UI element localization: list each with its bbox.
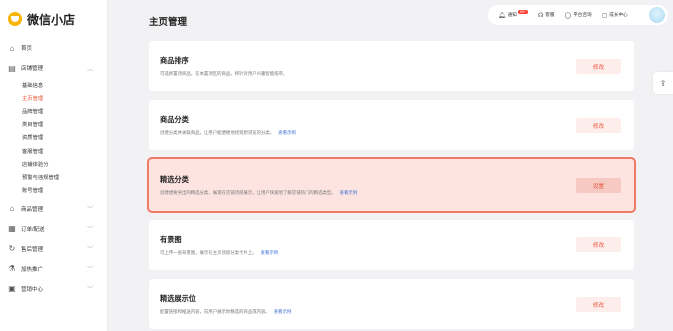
chevron-down-icon: ﹀ [86, 227, 93, 234]
brand-name: 微信小店 [27, 12, 76, 27]
sidebar-item-marketing[interactable]: ▣ 营销中心 ﹀ [0, 279, 107, 299]
sidebar-item-label: 商品管理 [21, 206, 44, 213]
sidebar-subitem-homepage-management[interactable]: 主页管理 [0, 91, 107, 104]
card-title: 有景图 [160, 235, 182, 244]
sidebar-subitem-brand-management[interactable]: 品牌管理 [0, 104, 107, 117]
wechat-shop-logo-icon [8, 12, 22, 26]
bell-icon: 🔔︎ [498, 12, 506, 19]
card-featured-category: 精选分类 创建想要突出的精选分类，展现在店铺顶部展示，让用户快速地了解店铺热门的… [149, 159, 634, 211]
home-icon: ⌂ [9, 43, 15, 53]
view-example-link[interactable]: 查看示例 [340, 190, 358, 195]
card-title: 精选分类 [160, 175, 189, 184]
chevron-down-icon: ﹀ [86, 267, 93, 274]
aftersale-icon: ↻ [8, 244, 16, 254]
bag-icon: ⌂ [9, 204, 15, 214]
card-title: 商品排序 [160, 56, 189, 65]
share-float-button[interactable]: ⇪ [653, 72, 673, 94]
order-icon: ▦ [8, 224, 16, 234]
view-example-link[interactable]: 查看示例 [274, 309, 292, 314]
card-desc: 可选择置顶商品，在本置顶区的商品，将针对用户兴趣智能排序。 [160, 71, 288, 76]
sidebar-subitem-warnings[interactable]: 预警与违规管理 [0, 170, 107, 183]
sidebar-item-store-management[interactable]: ▤ 店铺管理 ︿ [0, 58, 107, 78]
sidebar-subitem-account-management[interactable]: 账号管理 [0, 184, 107, 197]
sidebar-subitem-customer-service[interactable]: 客服管理 [0, 144, 107, 157]
sidebar-item-label: 订单/配送 [21, 226, 45, 233]
chevron-up-icon: ︿ [86, 66, 93, 73]
sidebar-item-aftersales[interactable]: ↻ 售后管理 ﹀ [0, 239, 107, 259]
card-desc: 配置链接和推送内容，向用户展示你精选的商品或内容。 查看示例 [160, 309, 292, 314]
customer-service-button[interactable]: ☊ 客服 [538, 12, 555, 19]
sidebar-item-products[interactable]: ⌂ 商品管理 ﹀ [0, 199, 107, 219]
chat-icon: ◯ [564, 12, 572, 19]
sidebar-item-label: 售后管理 [21, 246, 44, 253]
avatar[interactable] [649, 7, 665, 23]
growth-center-button[interactable]: ▢ 成长中心 [602, 12, 628, 19]
sidebar-item-label: 营销中心 [21, 286, 44, 293]
sidebar-subitem-qualification-management[interactable]: 资质管理 [0, 131, 107, 144]
marketing-icon: ▣ [8, 284, 16, 294]
platform-consult-button[interactable]: ◯ 平台咨询 [564, 12, 591, 19]
card-background-image: 有景图 可上传一张背景图，展示在主页顶部分类卡片上。 查看示例 修改 [149, 220, 634, 270]
modify-button[interactable]: 修改 [576, 237, 621, 252]
sidebar-item-label: 首页 [21, 46, 33, 52]
sidebar-item-promotion[interactable]: ⚗ 加热推广 ﹀ [0, 259, 107, 279]
notification-badge: 99+ [517, 10, 528, 14]
card-desc: 创建想要突出的精选分类，展现在店铺顶部展示，让用户快速地了解店铺热门的精选类型。… [160, 190, 358, 195]
sidebar-item-home[interactable]: ⌂ 首页 [0, 38, 107, 58]
setup-button[interactable]: 设置 [576, 178, 621, 193]
promote-icon: ⚗ [8, 264, 16, 274]
card-desc: 创建分类并关联商品，让用户能便捷地找到想浏览的分类。 查看示例 [160, 130, 296, 135]
sidebar-item-label: 加热推广 [21, 266, 44, 273]
card-product-category: 商品分类 创建分类并关联商品，让用户能便捷地找到想浏览的分类。 查看示例 修改 [149, 100, 634, 150]
modify-button[interactable]: 修改 [576, 297, 621, 312]
headset-icon: ☊ [537, 12, 544, 19]
modify-button[interactable]: 修改 [576, 59, 621, 74]
page-title: 主页管理 [149, 17, 188, 28]
calendar-icon: ▢ [601, 12, 608, 19]
sidebar-subitem-basic-info[interactable]: 基础信息 [0, 78, 107, 91]
chevron-down-icon: ﹀ [86, 207, 93, 214]
sidebar: 微信小店 ⌂ 首页 ▤ 店铺管理 ︿ 基础信息 主页管理 品牌管理 类目管理 资… [0, 0, 108, 331]
chevron-down-icon: ﹀ [86, 247, 93, 254]
card-featured-showcase: 精选展示位 配置链接和推送内容，向用户展示你精选的商品或内容。 查看示例 修改 [149, 279, 634, 329]
sidebar-subitem-category-management[interactable]: 类目管理 [0, 118, 107, 131]
share-icon: ⇪ [659, 78, 667, 88]
top-toolbar: 🔔︎ 通知 99+ ☊ 客服 ◯ 平台咨询 ▢ 成长中心 [488, 5, 668, 25]
notification-button[interactable]: 🔔︎ 通知 99+ [498, 10, 528, 19]
sidebar-item-label: 店铺管理 [21, 66, 44, 72]
brand[interactable]: 微信小店 [0, 0, 107, 38]
card-product-sort: 商品排序 可选择置顶商品，在本置顶区的商品，将针对用户兴趣智能排序。 修改 [149, 41, 634, 91]
card-desc: 可上传一张背景图，展示在主页顶部分类卡片上。 查看示例 [160, 250, 279, 255]
sidebar-subitem-store-score[interactable]: 店铺体验分 [0, 157, 107, 170]
store-icon: ▤ [8, 63, 16, 73]
view-example-link[interactable]: 查看示例 [261, 250, 279, 255]
header: 主页管理 🔔︎ 通知 99+ ☊ 客服 ◯ 平台咨询 ▢ 成长中心 [108, 0, 673, 38]
view-example-link[interactable]: 查看示例 [278, 130, 296, 135]
card-title: 商品分类 [160, 115, 189, 124]
card-title: 精选展示位 [160, 294, 196, 303]
modify-button[interactable]: 修改 [576, 118, 621, 133]
chevron-down-icon: ﹀ [86, 287, 93, 294]
sidebar-item-orders[interactable]: ▦ 订单/配送 ﹀ [0, 219, 107, 239]
